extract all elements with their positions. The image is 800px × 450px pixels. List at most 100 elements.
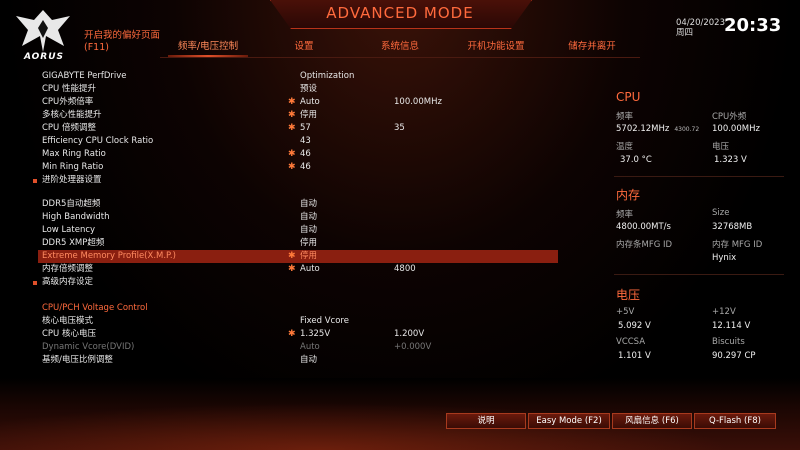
setting-label: DDR5自动超频 bbox=[42, 199, 101, 209]
setting-row[interactable]: Dynamic Vcore(DVID) Auto +0.000V bbox=[0, 341, 600, 354]
setting-label: Max Ring Ratio bbox=[42, 149, 106, 159]
setting-label: 进阶处理器设置 bbox=[42, 175, 102, 185]
setting-row[interactable]: 内存倍频调整 ✱ Auto 4800 bbox=[0, 263, 600, 276]
setting-label: Efficiency CPU Clock Ratio bbox=[42, 136, 154, 146]
setting-label: GIGABYTE PerfDrive bbox=[42, 71, 127, 81]
tab-bar: 频率/电压控制 设置 系统信息 开机功能设置 储存并离开 bbox=[160, 40, 640, 58]
setting-row[interactable]: DDR5自动超频 自动 bbox=[0, 198, 600, 211]
setting-row[interactable]: Extreme Memory Profile(X.M.P.) ✱ 停用 bbox=[38, 250, 558, 263]
setting-value: 自动 bbox=[300, 199, 318, 209]
top-bar: AORUS ADVANCED MODE 开启我的偏好页面 (F11) 04/20… bbox=[0, 0, 800, 62]
setting-label: CPU外频倍率 bbox=[42, 97, 94, 107]
tab-save-exit[interactable]: 储存并离开 bbox=[544, 40, 640, 56]
modified-star-icon: ✱ bbox=[288, 149, 296, 159]
setting-value: 自动 bbox=[300, 212, 318, 222]
setting-label: High Bandwidth bbox=[42, 212, 110, 222]
setting-value: 自动 bbox=[300, 355, 318, 365]
modified-star-icon: ✱ bbox=[288, 123, 296, 133]
clock: 20:33 bbox=[724, 15, 782, 36]
tab-settings[interactable]: 设置 bbox=[256, 40, 352, 56]
setting-label: 多核心性能提升 bbox=[42, 110, 102, 120]
logo-text: AORUS bbox=[23, 52, 65, 62]
cpu-bclk-label: CPU外频 bbox=[712, 112, 747, 122]
setting-row[interactable]: 多核心性能提升 ✱ 停用 bbox=[0, 109, 600, 122]
cpu-section-title: CPU bbox=[616, 90, 641, 104]
modified-star-icon: ✱ bbox=[288, 162, 296, 172]
easy-mode-button[interactable]: Easy Mode (F2) bbox=[528, 413, 610, 429]
modified-star-icon: ✱ bbox=[288, 97, 296, 107]
setting-row[interactable]: 进阶处理器设置 bbox=[0, 174, 600, 187]
biscuits-value: 90.297 CP bbox=[712, 351, 756, 361]
modified-star-icon: ✱ bbox=[288, 251, 296, 261]
setting-row[interactable]: 基频/电压比例调整 自动 bbox=[0, 354, 600, 367]
cpu-bclk-value: 100.00MHz bbox=[712, 124, 760, 134]
p5v-label: +5V bbox=[616, 307, 635, 317]
setting-value: 预设 bbox=[300, 84, 318, 94]
mem-freq-value: 4800.00MT/s bbox=[616, 222, 671, 232]
setting-value: 57 bbox=[300, 123, 311, 133]
setting-label: Min Ring Ratio bbox=[42, 162, 104, 172]
mem-mfg2-label: 内存 MFG ID bbox=[712, 240, 763, 250]
submenu-bullet-icon bbox=[33, 179, 37, 183]
setting-label: 内存倍频调整 bbox=[42, 264, 94, 274]
setting-row[interactable]: Max Ring Ratio ✱ 46 bbox=[0, 148, 600, 161]
setting-current-value: 4800 bbox=[394, 264, 416, 274]
qflash-button[interactable]: Q-Flash (F8) bbox=[694, 413, 776, 429]
help-button[interactable]: 说明 bbox=[446, 413, 526, 429]
setting-row[interactable]: CPU 倍频调整 ✱ 57 35 bbox=[0, 122, 600, 135]
setting-value: 自动 bbox=[300, 225, 318, 235]
fan-info-button[interactable]: 风扇信息 (F6) bbox=[612, 413, 692, 429]
setting-row[interactable]: GIGABYTE PerfDrive Optimization bbox=[0, 70, 600, 83]
setting-current-value: 100.00MHz bbox=[394, 97, 442, 107]
setting-row[interactable]: Min Ring Ratio ✱ 46 bbox=[0, 161, 600, 174]
tab-divider bbox=[160, 57, 640, 58]
setting-label: 高级内存设定 bbox=[42, 277, 94, 287]
mem-size-label: Size bbox=[712, 208, 730, 218]
favorite-label: 开启我的偏好页面 bbox=[84, 30, 161, 41]
monitor-divider bbox=[614, 274, 784, 275]
tab-freq-voltage[interactable]: 频率/电压控制 bbox=[160, 40, 256, 58]
setting-value: Auto bbox=[300, 97, 320, 107]
favorite-page-link[interactable]: 开启我的偏好页面 (F11) bbox=[84, 30, 160, 54]
modified-star-icon: ✱ bbox=[288, 110, 296, 120]
p5v-value: 5.092 V bbox=[618, 321, 651, 331]
setting-value: Optimization bbox=[300, 71, 355, 81]
setting-row: CPU/PCH Voltage Control bbox=[0, 302, 600, 315]
setting-label: Extreme Memory Profile(X.M.P.) bbox=[42, 251, 176, 261]
vccsa-label: VCCSA bbox=[616, 337, 646, 347]
setting-row[interactable]: 高级内存设定 bbox=[0, 276, 600, 289]
setting-value: Fixed Vcore bbox=[300, 316, 349, 326]
vccsa-value: 1.101 V bbox=[618, 351, 651, 361]
cpu-freq-secondary: 4300.72 bbox=[674, 126, 700, 133]
monitor-divider bbox=[614, 176, 784, 177]
mem-freq-label: 频率 bbox=[616, 210, 634, 220]
setting-label: DDR5 XMP超频 bbox=[42, 238, 105, 248]
setting-row[interactable]: High Bandwidth 自动 bbox=[0, 211, 600, 224]
setting-value: 停用 bbox=[300, 110, 318, 120]
setting-row[interactable]: CPU外频倍率 ✱ Auto 100.00MHz bbox=[0, 96, 600, 109]
setting-label: Low Latency bbox=[42, 225, 96, 235]
setting-row[interactable]: DDR5 XMP超频 停用 bbox=[0, 237, 600, 250]
setting-value: 46 bbox=[300, 162, 311, 172]
setting-current-value: +0.000V bbox=[394, 342, 432, 352]
setting-value: 1.325V bbox=[300, 329, 331, 339]
setting-row[interactable]: Low Latency 自动 bbox=[0, 224, 600, 237]
setting-value: 停用 bbox=[300, 238, 318, 248]
tab-boot[interactable]: 开机功能设置 bbox=[448, 40, 544, 56]
p12v-label: +12V bbox=[712, 307, 736, 317]
setting-row[interactable]: CPU 性能提升 预设 bbox=[0, 83, 600, 96]
setting-value: 43 bbox=[300, 136, 311, 146]
setting-row[interactable]: Efficiency CPU Clock Ratio 43 bbox=[0, 135, 600, 148]
setting-label: Dynamic Vcore(DVID) bbox=[42, 342, 135, 352]
cpu-volt-label: 电压 bbox=[712, 142, 730, 152]
setting-row[interactable]: CPU 核心电压 ✱ 1.325V 1.200V bbox=[0, 328, 600, 341]
setting-value: Auto bbox=[300, 264, 320, 274]
date-display: 04/20/2023 周四 bbox=[676, 18, 725, 38]
setting-row[interactable]: 核心电压模式 Fixed Vcore bbox=[0, 315, 600, 328]
modified-star-icon: ✱ bbox=[288, 329, 296, 339]
setting-label: 基频/电压比例调整 bbox=[42, 355, 113, 365]
tab-system-info[interactable]: 系统信息 bbox=[352, 40, 448, 56]
weekday: 周四 bbox=[676, 28, 694, 38]
memory-section-title: 内存 bbox=[616, 188, 641, 202]
favorite-hotkey: (F11) bbox=[84, 42, 109, 53]
